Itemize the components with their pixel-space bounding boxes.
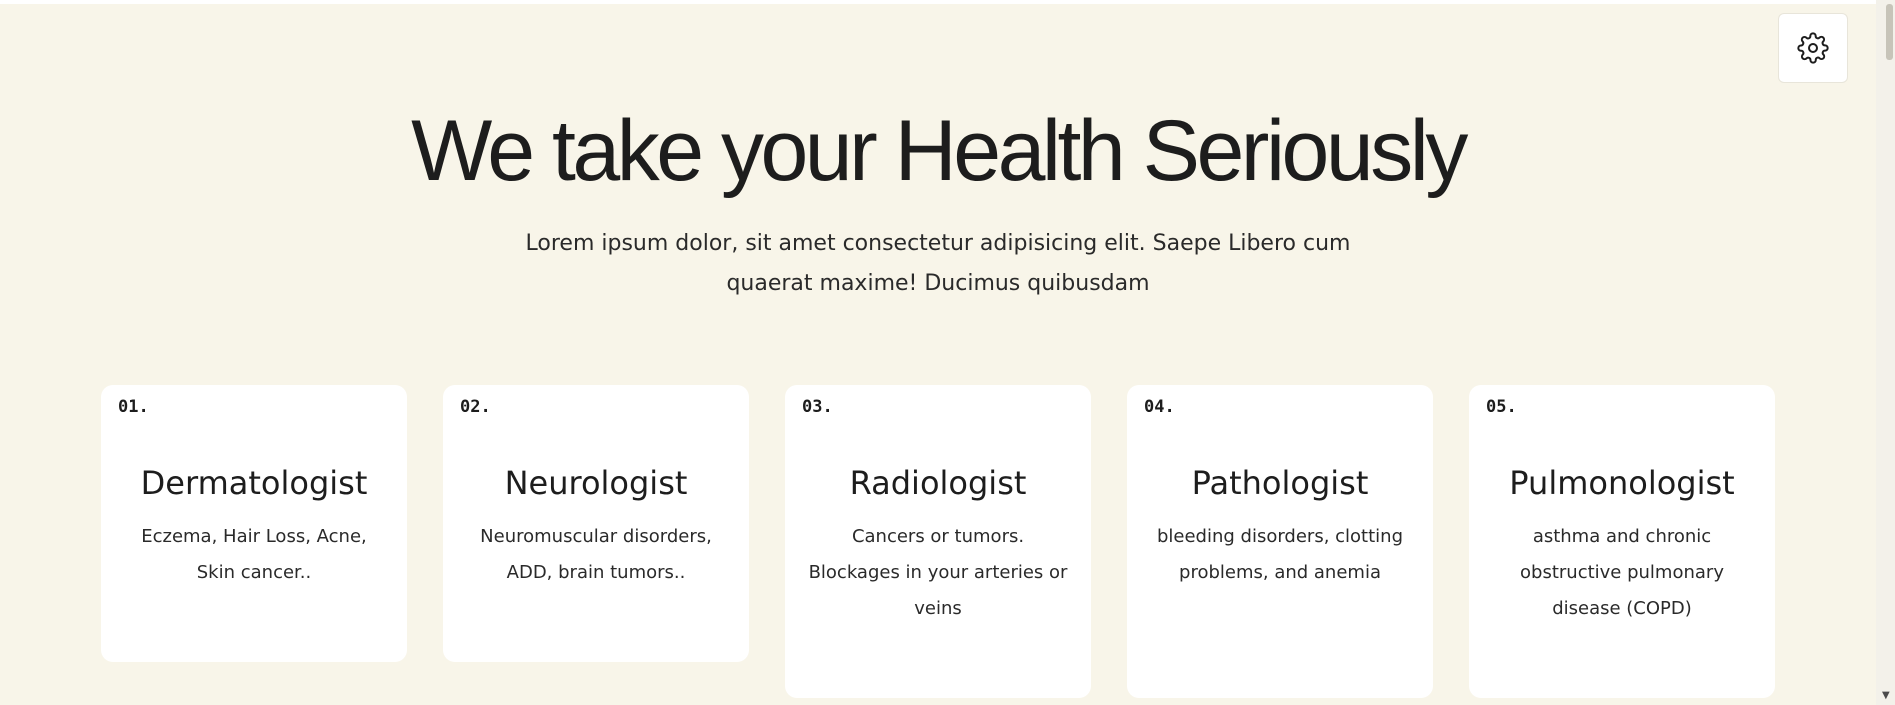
- vertical-scrollbar[interactable]: ▼: [1876, 0, 1895, 705]
- card-number: 03.: [802, 397, 833, 417]
- hero-title: We take your Health Seriously: [411, 103, 1468, 199]
- card-description: Eczema, Hair Loss, Acne, Skin cancer..: [141, 526, 367, 583]
- scrollbar-thumb[interactable]: [1886, 4, 1893, 60]
- card-number: 01.: [118, 397, 149, 417]
- top-strip: [0, 0, 1876, 4]
- card-title: Dermatologist: [140, 464, 368, 502]
- card-number: 05.: [1486, 397, 1517, 417]
- specialty-card-radiologist[interactable]: 03. Radiologist Cancers or tumors. Block…: [785, 385, 1091, 698]
- card-description: asthma and chronic obstructive pulmonary…: [1520, 526, 1724, 619]
- card-title: Neurologist: [504, 464, 688, 502]
- scroll-down-arrow-icon[interactable]: ▼: [1882, 691, 1890, 701]
- hero-subtitle: Lorem ipsum dolor, sit amet consectetur …: [525, 231, 1351, 296]
- settings-button[interactable]: [1778, 13, 1848, 83]
- specialty-card-pulmonologist[interactable]: 05. Pulmonologist asthma and chronic obs…: [1469, 385, 1775, 698]
- card-title: Radiologist: [849, 464, 1027, 502]
- card-description: Neuromuscular disorders, ADD, brain tumo…: [480, 526, 712, 583]
- specialty-card-neurologist[interactable]: 02. Neurologist Neuromuscular disorders,…: [443, 385, 749, 662]
- card-description: bleeding disorders, clotting problems, a…: [1156, 526, 1404, 583]
- gear-icon: [1797, 32, 1829, 64]
- card-number: 02.: [460, 397, 491, 417]
- card-title: Pulmonologist: [1509, 464, 1735, 502]
- card-title: Pathologist: [1191, 464, 1369, 502]
- card-description: Cancers or tumors. Blockages in your art…: [808, 526, 1068, 619]
- specialty-card-pathologist[interactable]: 04. Pathologist bleeding disorders, clot…: [1127, 385, 1433, 698]
- specialty-card-dermatologist[interactable]: 01. Dermatologist Eczema, Hair Loss, Acn…: [101, 385, 407, 662]
- card-number: 04.: [1144, 397, 1175, 417]
